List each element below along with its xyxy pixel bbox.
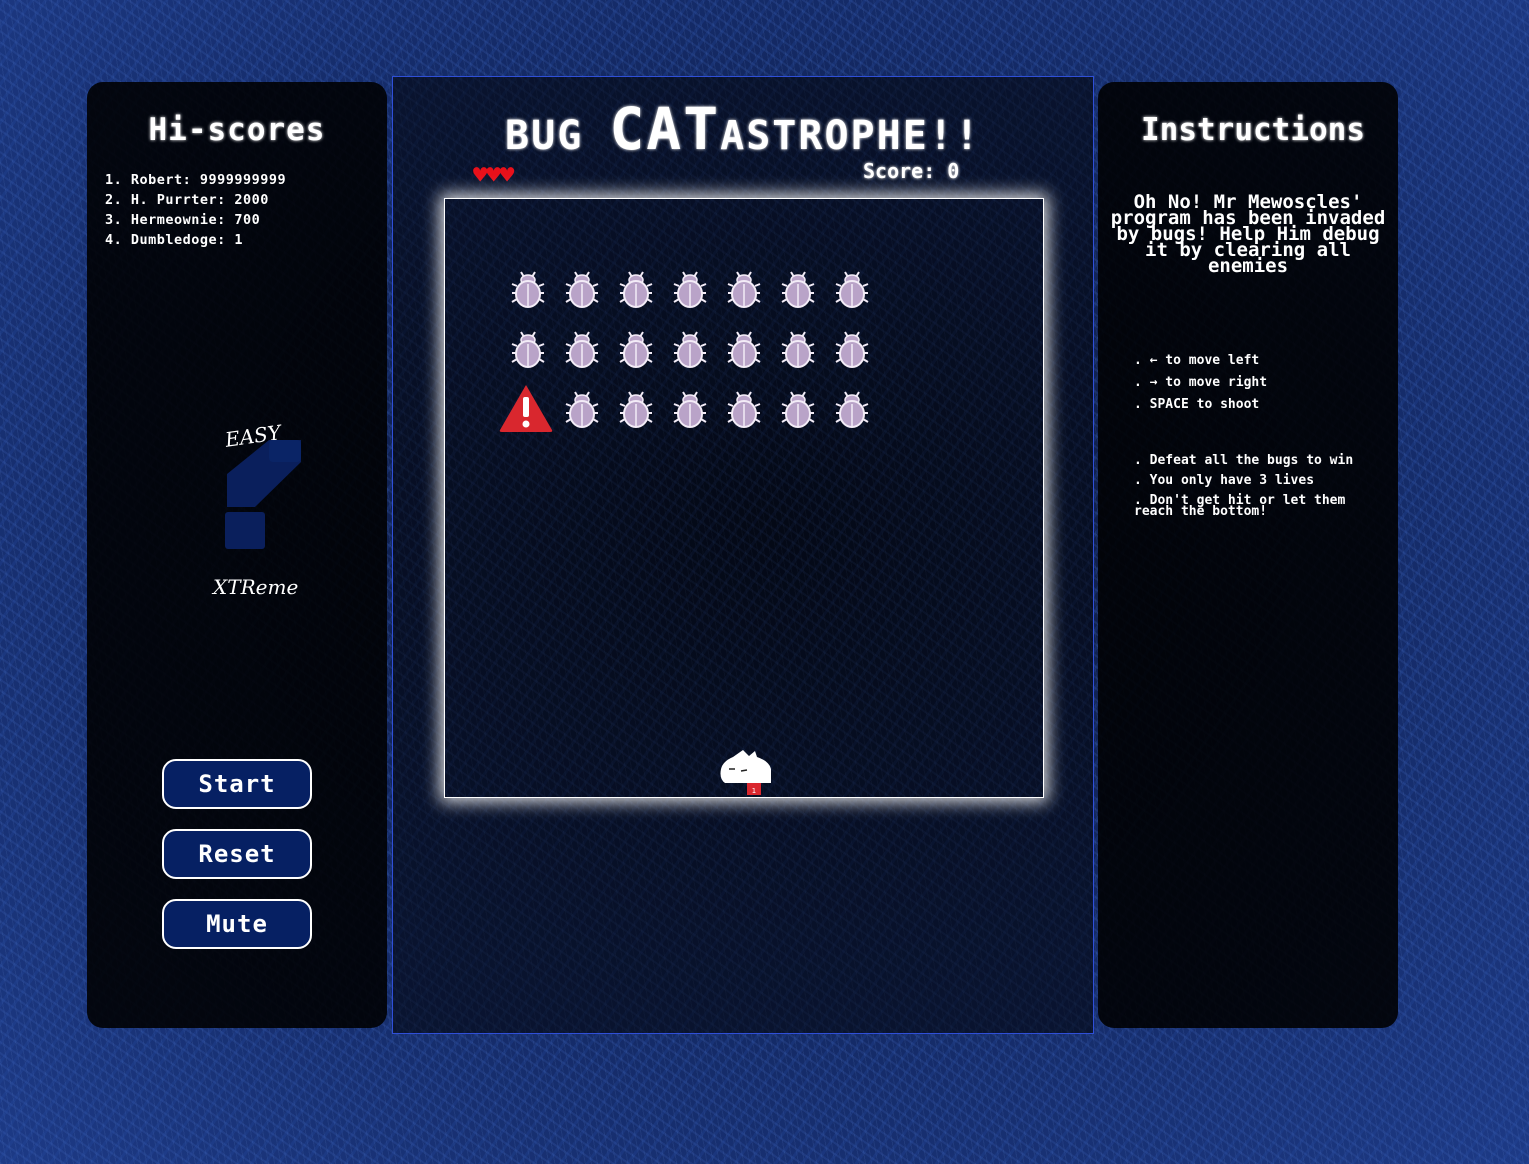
instructions-title: Instructions — [1141, 112, 1365, 148]
rule-item: Don't get hit or let them reach the bott… — [1134, 494, 1384, 518]
instructions-intro: Oh No! Mr Mewoscles' program has been in… — [1110, 191, 1386, 277]
bug-enemy — [614, 386, 658, 430]
rule-item: Defeat all the bugs to win — [1134, 454, 1384, 467]
bug-enemy — [506, 326, 550, 370]
bug-enemy — [776, 326, 820, 370]
hiscores-list: 1. Robert: 9999999999 2. H. Purrter: 200… — [105, 170, 286, 250]
difficulty-slider[interactable] — [219, 437, 304, 552]
bug-enemy — [560, 386, 604, 430]
instructions-panel: Instructions Oh No! Mr Mewoscles' progra… — [1098, 82, 1398, 1028]
difficulty-xtreme-label: XTReme — [213, 575, 299, 599]
score-display: Score: 0 — [863, 159, 960, 183]
bug-enemy — [776, 266, 820, 310]
start-button[interactable]: Start — [162, 759, 312, 809]
bug-enemy — [830, 386, 874, 430]
rule-item: You only have 3 lives — [1134, 474, 1384, 487]
bug-enemy — [506, 266, 550, 310]
hiscore-entry: 2. H. Purrter: 2000 — [105, 192, 269, 208]
control-item: ← to move left — [1134, 350, 1267, 372]
hiscores-panel: Hi-scores 1. Robert: 9999999999 2. H. Pu… — [87, 82, 387, 1028]
title-part-astrophe: ASTROPHE!! — [720, 113, 981, 159]
bug-enemy — [776, 386, 820, 430]
bug-enemy — [560, 266, 604, 310]
bug-enemy — [722, 266, 766, 310]
game-title: BUG CATASTROPHE!! — [393, 95, 1093, 163]
game-board[interactable]: 1 — [444, 198, 1044, 798]
hiscore-entry: 4. Dumbledoge: 1 — [105, 232, 244, 248]
bug-enemy — [668, 386, 712, 430]
bug-enemy — [830, 326, 874, 370]
title-part-cat: CAT — [609, 95, 721, 163]
bug-enemy — [830, 266, 874, 310]
bug-enemy — [668, 326, 712, 370]
bug-enemy — [668, 266, 712, 310]
lives-hearts: ♥♥♥ — [473, 161, 514, 189]
mute-button[interactable]: Mute — [162, 899, 312, 949]
bug-enemy — [614, 266, 658, 310]
hiscores-title: Hi-scores — [148, 112, 326, 148]
cat-player: 1 — [720, 750, 771, 795]
bug-enemy — [722, 326, 766, 370]
svg-text:1: 1 — [752, 787, 756, 795]
warning-icon — [499, 385, 553, 432]
hiscore-entry: 1. Robert: 9999999999 — [105, 172, 287, 188]
controls-list: ← to move left → to move right SPACE to … — [1134, 350, 1267, 416]
control-item: SPACE to shoot — [1134, 394, 1267, 416]
bug-enemy — [560, 326, 604, 370]
game-area: BUG CATASTROPHE!! ♥♥♥ Score: 0 1 — [392, 76, 1094, 1034]
bug-enemy — [614, 326, 658, 370]
reset-button[interactable]: Reset — [162, 829, 312, 879]
hiscore-entry: 3. Hermeownie: 700 — [105, 212, 261, 228]
bug-enemy — [722, 386, 766, 430]
title-part-bug: BUG — [505, 113, 610, 159]
control-item: → to move right — [1134, 372, 1267, 394]
rules-list: Defeat all the bugs to win You only have… — [1134, 454, 1384, 526]
